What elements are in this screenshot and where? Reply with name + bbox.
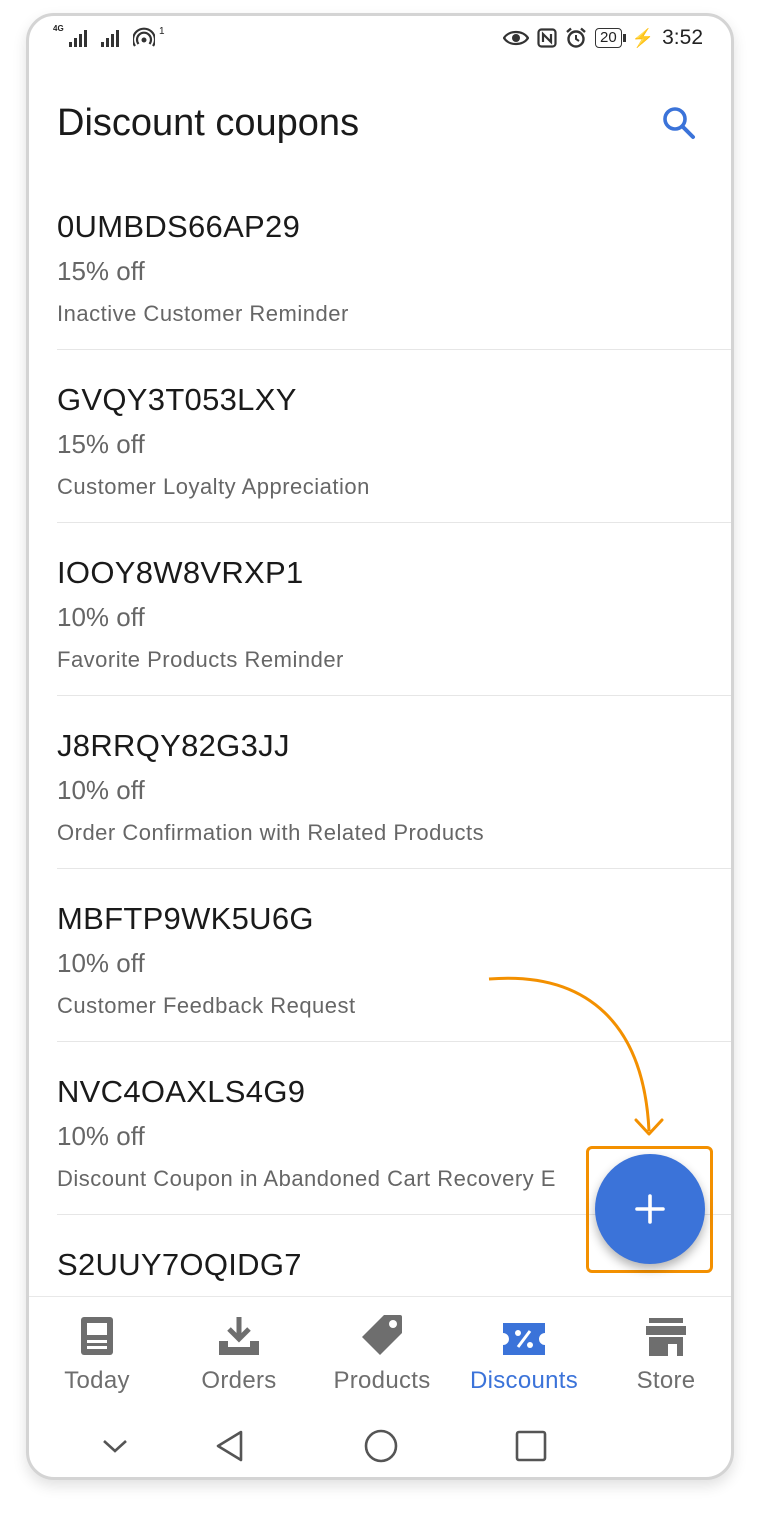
coupon-item[interactable]: 0UMBDS66AP29 15% off Inactive Customer R… <box>57 177 731 350</box>
hotspot-count: 1 <box>159 26 165 37</box>
hotspot-icon <box>133 27 155 47</box>
coupon-amount: 10% off <box>57 602 145 632</box>
tag-icon <box>362 1315 402 1355</box>
phone-screen: 4G 1 20 ⚡ 3:52 Discount coupons 0UMBDS66… <box>26 13 734 1480</box>
status-left: 4G 1 <box>53 25 165 47</box>
search-button[interactable] <box>657 101 701 145</box>
coupon-code: NVC4OAXLS4G9 <box>57 1074 306 1109</box>
nfc-icon <box>537 28 557 48</box>
back-triangle-icon <box>216 1430 243 1462</box>
nav-item-store[interactable]: Store <box>596 1297 731 1407</box>
search-icon <box>663 107 695 139</box>
coupon-amount: 15% off <box>57 429 145 459</box>
coupon-description: Customer Loyalty Appreciation <box>57 474 370 499</box>
nav-item-orders[interactable]: Orders <box>169 1297 309 1407</box>
discount-ticket-icon <box>503 1323 545 1355</box>
coupon-description: Order Confirmation with Related Products <box>57 820 485 845</box>
nav-label-today: Today <box>64 1367 130 1394</box>
charging-icon: ⚡ <box>631 27 655 48</box>
recents-button[interactable] <box>509 1426 553 1466</box>
page-title: Discount coupons <box>57 102 360 144</box>
home-button[interactable] <box>359 1426 403 1466</box>
add-coupon-button[interactable] <box>595 1154 705 1264</box>
coupon-code: MBFTP9WK5U6G <box>57 901 314 936</box>
battery-indicator: 20 <box>595 28 626 48</box>
nav-label-discounts: Discounts <box>469 1367 579 1394</box>
clock: 3:52 <box>662 26 703 49</box>
nav-label-orders: Orders <box>201 1367 277 1394</box>
coupon-amount: 15% off <box>57 256 145 286</box>
coupon-code: J8RRQY82G3JJ <box>57 728 290 763</box>
coupon-description: Favorite Products Reminder <box>57 647 344 672</box>
nav-label-products: Products <box>333 1367 431 1394</box>
coupon-code: IOOY8W8VRXP1 <box>57 555 304 590</box>
coupon-description: Inactive Customer Reminder <box>57 301 349 326</box>
status-right: 20 ⚡ 3:52 <box>503 26 703 50</box>
nav-item-discounts[interactable]: Discounts <box>454 1297 594 1407</box>
today-icon <box>81 1317 113 1355</box>
coupon-amount: 10% off <box>57 948 145 978</box>
coupon-amount: 10% off <box>57 775 145 805</box>
coupon-item[interactable]: IOOY8W8VRXP1 10% off Favorite Products R… <box>57 523 731 696</box>
coupon-list[interactable]: 0UMBDS66AP29 15% off Inactive Customer R… <box>57 177 731 1295</box>
nav-item-today[interactable]: Today <box>29 1297 167 1407</box>
coupon-item[interactable]: J8RRQY82G3JJ 10% off Order Confirmation … <box>57 696 731 869</box>
network-type-label: 4G <box>53 24 64 33</box>
system-navigation-bar <box>29 1406 731 1477</box>
nav-item-products[interactable]: Products <box>312 1297 452 1407</box>
chevron-down-icon <box>103 1440 127 1453</box>
hide-keyboard-button[interactable] <box>93 1426 137 1466</box>
coupon-item[interactable]: GVQY3T053LXY 15% off Customer Loyalty Ap… <box>57 350 731 523</box>
home-circle-icon <box>364 1429 398 1463</box>
eye-icon <box>503 30 530 46</box>
status-bar: 4G 1 20 ⚡ 3:52 <box>29 16 731 66</box>
recents-square-icon <box>515 1430 547 1462</box>
app-header: Discount coupons <box>29 76 731 176</box>
coupon-item[interactable]: MBFTP9WK5U6G 10% off Customer Feedback R… <box>57 869 731 1042</box>
signal-strength-2-icon <box>101 29 119 47</box>
download-icon <box>219 1317 259 1355</box>
store-icon <box>646 1318 686 1356</box>
plus-icon <box>635 1194 665 1224</box>
bottom-navigation: Today Orders Products Discounts Store <box>29 1296 731 1406</box>
signal-strength-icon: 4G <box>53 25 87 47</box>
coupon-amount: 15% off <box>57 1287 731 1295</box>
coupon-code: GVQY3T053LXY <box>57 382 297 417</box>
nav-label-store: Store <box>636 1367 696 1394</box>
back-button[interactable] <box>207 1426 251 1466</box>
coupon-code: 0UMBDS66AP29 <box>57 209 301 244</box>
coupon-description: Customer Feedback Request <box>57 993 356 1018</box>
alarm-icon <box>566 27 586 48</box>
